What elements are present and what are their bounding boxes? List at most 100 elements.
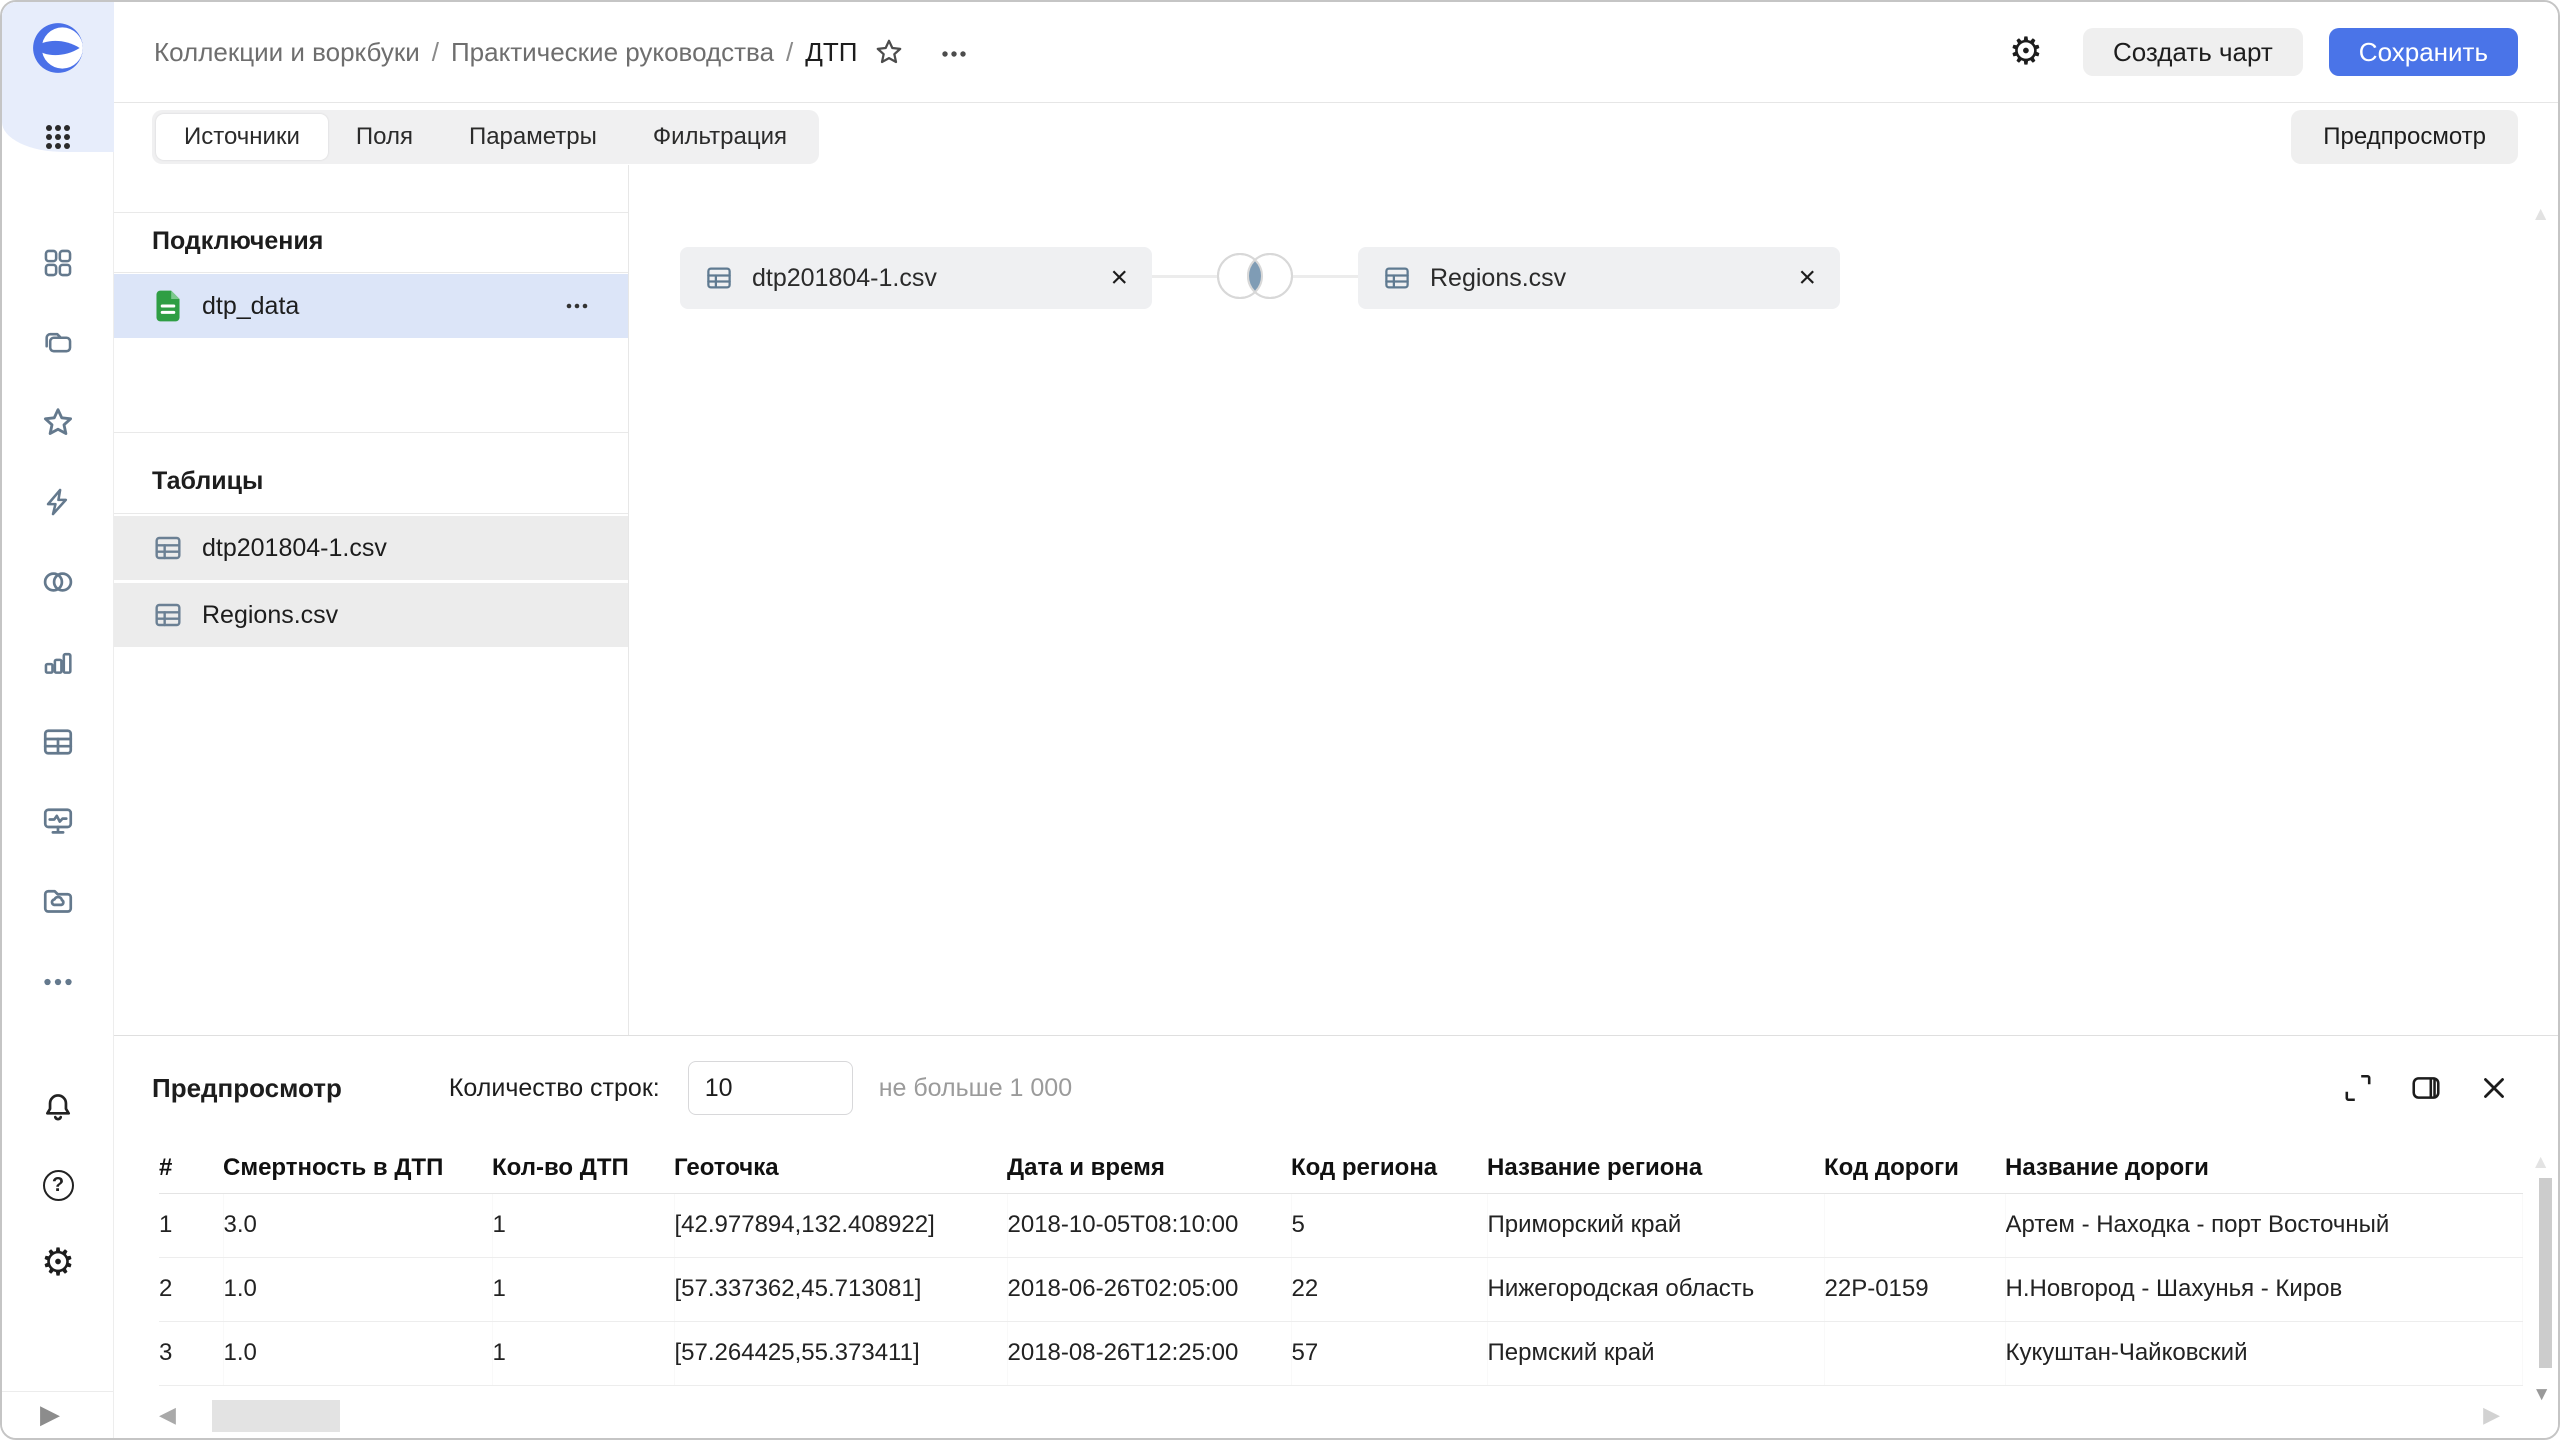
- cell: [57.264425,55.373411]: [674, 1321, 1007, 1385]
- vscroll-down-icon[interactable]: ▼: [2532, 1384, 2551, 1406]
- tables-grid-icon[interactable]: [40, 724, 76, 760]
- cell: 1: [492, 1321, 674, 1385]
- apps-grid-icon[interactable]: [40, 119, 76, 155]
- col-header: Геоточка: [674, 1143, 1007, 1193]
- cell: 2: [159, 1257, 223, 1321]
- cell: Приморский край: [1487, 1193, 1824, 1257]
- datalens-logo[interactable]: [32, 22, 84, 74]
- breadcrumb-collections[interactable]: Коллекции и воркбуки: [154, 37, 420, 68]
- cell: [1824, 1193, 2005, 1257]
- more-dots-icon[interactable]: [40, 964, 76, 1000]
- cell: 1: [492, 1193, 674, 1257]
- cell: 1.0: [223, 1257, 492, 1321]
- cell: [42.977894,132.408922]: [674, 1193, 1007, 1257]
- storage-folder-icon[interactable]: [40, 883, 76, 919]
- table-name: dtp201804-1.csv: [202, 534, 592, 563]
- table-row: 3 1.0 1 [57.264425,55.373411] 2018-08-26…: [159, 1321, 2522, 1385]
- preview-panel: Предпросмотр Количество строк: не больше…: [114, 1035, 2558, 1438]
- table-item-dtp201804[interactable]: dtp201804-1.csv: [114, 516, 628, 580]
- hscroll-left-icon[interactable]: ◀: [159, 1402, 176, 1428]
- expand-preview-icon[interactable]: [2342, 1072, 2374, 1104]
- bell-icon[interactable]: [40, 1089, 76, 1125]
- charts-bars-icon[interactable]: [40, 644, 76, 680]
- dashboards-icon[interactable]: [40, 245, 76, 281]
- cell: Кукуштан-Чайковский: [2005, 1321, 2522, 1385]
- connections-bolt-icon[interactable]: [40, 484, 76, 520]
- save-button[interactable]: Сохранить: [2329, 28, 2518, 76]
- table-icon: [152, 532, 184, 564]
- panel-divider: [628, 165, 629, 1035]
- breadcrumb-guides[interactable]: Практические руководства: [451, 37, 774, 68]
- col-header: Дата и время: [1007, 1143, 1291, 1193]
- close-preview-icon[interactable]: [2478, 1072, 2510, 1104]
- cell: 3: [159, 1321, 223, 1385]
- table-icon: [152, 599, 184, 631]
- col-header: Название дороги: [2005, 1143, 2522, 1193]
- cell: 1.0: [223, 1321, 492, 1385]
- table-item-regions[interactable]: Regions.csv: [114, 583, 628, 647]
- cell: 22Р-0159: [1824, 1257, 2005, 1321]
- side-panel-layout-icon[interactable]: [2410, 1072, 2442, 1104]
- canvas-node-regions[interactable]: Regions.csv ×: [1358, 247, 1840, 309]
- row-count-hint: не больше 1 000: [879, 1074, 1072, 1103]
- tab-fields[interactable]: Поля: [328, 114, 441, 160]
- cell: Пермский край: [1487, 1321, 1824, 1385]
- col-header: #: [159, 1143, 223, 1193]
- row-count-input[interactable]: [688, 1061, 853, 1115]
- rail-divider: [2, 1391, 113, 1392]
- tab-parameters[interactable]: Параметры: [441, 114, 625, 160]
- cell: 22: [1291, 1257, 1487, 1321]
- breadcrumb-current: ДТП: [805, 37, 857, 68]
- help-icon[interactable]: [40, 1167, 76, 1203]
- hscroll-thumb[interactable]: [212, 1400, 340, 1432]
- preview-header: Предпросмотр Количество строк: не больше…: [114, 1036, 2558, 1140]
- more-actions-icon[interactable]: [935, 36, 973, 68]
- connections-section-title: Подключения: [152, 227, 323, 256]
- cell: Артем - Находка - порт Восточный: [2005, 1193, 2522, 1257]
- breadcrumb-separator: /: [786, 37, 793, 68]
- datasets-circles-icon[interactable]: [40, 564, 76, 600]
- cell: 5: [1291, 1193, 1487, 1257]
- cell: Нижегородская область: [1487, 1257, 1824, 1321]
- cell: [57.337362,45.713081]: [674, 1257, 1007, 1321]
- preview-toggle-button[interactable]: Предпросмотр: [2291, 110, 2518, 164]
- cell: 2018-10-05T08:10:00: [1007, 1193, 1291, 1257]
- canvas-scroll-up-icon[interactable]: ▲: [2531, 204, 2550, 226]
- favorite-star-icon[interactable]: [873, 36, 905, 68]
- vscroll-up-icon[interactable]: ▲: [2531, 1152, 2550, 1174]
- expand-rail-icon[interactable]: ▶: [40, 1399, 60, 1430]
- table-row: 2 1.0 1 [57.337362,45.713081] 2018-06-26…: [159, 1257, 2522, 1321]
- col-header: Код региона: [1291, 1143, 1487, 1193]
- cell: [1824, 1321, 2005, 1385]
- tab-sources[interactable]: Источники: [156, 114, 328, 160]
- breadcrumb: Коллекции и воркбуки / Практические руко…: [154, 37, 857, 68]
- table-name: Regions.csv: [202, 601, 592, 630]
- cell: 3.0: [223, 1193, 492, 1257]
- remove-table-icon[interactable]: ×: [1798, 263, 1816, 293]
- question-mark-icon: [43, 1170, 74, 1201]
- canvas-node-label: Regions.csv: [1430, 264, 1780, 293]
- left-rail: ▶: [2, 2, 114, 1438]
- create-chart-button[interactable]: Создать чарт: [2083, 28, 2303, 76]
- tab-filtering[interactable]: Фильтрация: [625, 114, 815, 160]
- connection-more-icon[interactable]: [562, 291, 592, 321]
- hscroll-right-icon[interactable]: ▶: [2483, 1402, 2500, 1428]
- table-icon: [1382, 263, 1412, 293]
- sources-side-panel: Подключения dtp_data Таблицы dtp20180: [114, 165, 628, 1035]
- vscroll-thumb[interactable]: [2539, 1178, 2552, 1368]
- canvas-node-dtp201804[interactable]: dtp201804-1.csv ×: [680, 247, 1152, 309]
- cell: 2018-08-26T12:25:00: [1007, 1321, 1291, 1385]
- remove-table-icon[interactable]: ×: [1110, 263, 1128, 293]
- tables-section-title: Таблицы: [152, 467, 263, 496]
- settings-gear-icon[interactable]: [40, 1245, 76, 1281]
- join-type-icon[interactable]: [1200, 244, 1310, 313]
- monitoring-icon[interactable]: [40, 803, 76, 839]
- collections-icon[interactable]: [40, 324, 76, 360]
- dataset-settings-gear-icon[interactable]: [2009, 33, 2043, 71]
- table-header-row: # Смертность в ДТП Кол-во ДТП Геоточка Д…: [159, 1143, 2522, 1193]
- connection-item-dtp-data[interactable]: dtp_data: [114, 274, 628, 338]
- favorites-star-icon[interactable]: [40, 404, 76, 440]
- cell: 2018-06-26T02:05:00: [1007, 1257, 1291, 1321]
- connection-name: dtp_data: [202, 292, 562, 321]
- canvas-node-label: dtp201804-1.csv: [752, 264, 1092, 293]
